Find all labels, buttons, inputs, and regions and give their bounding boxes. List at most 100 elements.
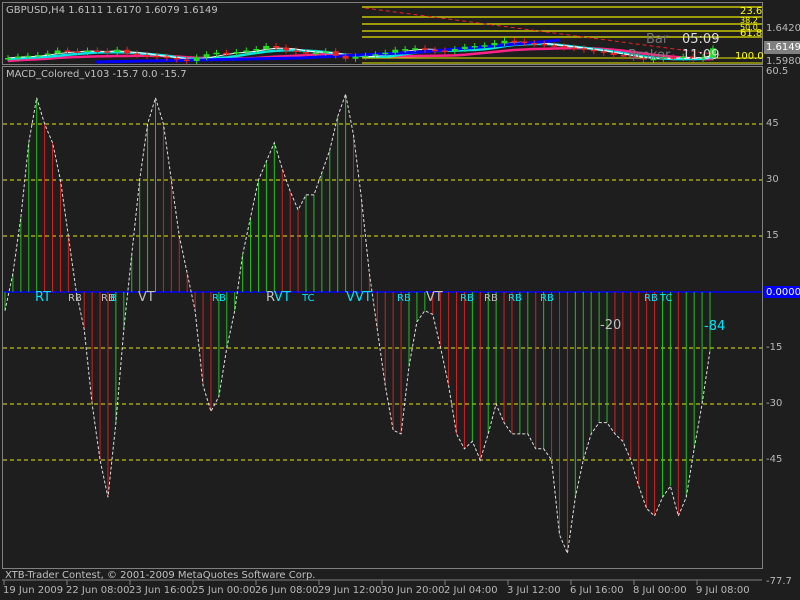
signal-marker: RB [397,293,411,304]
candle-body [620,55,627,57]
candle-body [600,51,607,53]
price-axis-label: 1.6420 [766,23,800,34]
candle-body [253,49,260,51]
candle-body [114,49,121,52]
candle-body [292,50,299,52]
candle-body [54,50,61,54]
time-axis-label: 23 Jun 16:00 [129,585,193,596]
candle-body [392,49,399,53]
candle-body [431,49,438,52]
candle-body [471,46,478,48]
candle-body [551,45,558,47]
fib-label-100.0: 100.0 [735,51,764,62]
broker-time-label: Broker [628,48,671,63]
candle-body [183,59,190,61]
signal-marker: VVT [346,290,372,305]
indicator-panel-frame [2,66,763,569]
candle-body [94,50,101,52]
candle-body [283,47,290,51]
candle-body [104,51,111,53]
signal-marker: RB [540,293,554,304]
candle-body [610,52,617,55]
candle-body [451,49,458,52]
indicator-axis-label: -15 [766,342,783,353]
signal-marker: RB [68,293,82,304]
indicator-axis-label: -77.7 [766,576,792,587]
signal-marker: RT [35,290,52,305]
candle-body [243,50,250,52]
candle-body [441,50,448,52]
time-axis-label: 29 Jun 12:00 [318,585,382,596]
candle-body [590,49,597,52]
candle-body [213,52,220,55]
signal-marker: B [110,293,117,304]
candle-body [203,54,210,58]
candle-body [302,52,309,54]
indicator-axis-label: 45 [766,118,779,129]
candle-body [124,49,131,54]
candle-body [422,48,429,50]
candle-body [412,48,419,50]
indicator-axis-label: 15 [766,230,779,241]
candle-body [332,51,339,56]
signal-marker: VT [426,290,443,305]
candle-body [173,58,180,60]
copyright-text: XTB-Trader Contest, © 2001-2009 MetaQuot… [5,570,316,581]
candle-body [541,43,548,46]
candle-body [570,47,577,49]
candle-body [24,55,31,58]
signal-marker: VT [138,290,155,305]
candle-body [144,55,151,57]
candle-body [134,53,141,55]
broker-time-value: 11:09 [682,48,720,63]
signal-marker: RB [484,293,498,304]
time-axis-label: 22 Jun 08:00 [66,585,130,596]
candle-body [263,46,270,49]
signal-marker: -20 [600,318,622,333]
time-axis-label: 6 Jul 16:00 [570,585,624,596]
candle-body [521,41,528,43]
candle-body [44,53,51,55]
candle-body [481,45,488,47]
time-axis-label: 3 Jul 12:00 [507,585,561,596]
bar-time-value: 05:09 [682,32,720,47]
candle-body [5,58,11,60]
indicator-panel-title: MACD_Colored_v103 -15.7 0.0 -15.7 [6,69,187,80]
candle-body [461,46,468,49]
signal-marker: TC [660,293,673,304]
signal-marker: RB [212,293,226,304]
indicator-axis-label: 30 [766,174,779,185]
signal-marker: RB [460,293,474,304]
time-axis-label: 19 Jun 2009 [3,585,64,596]
signal-marker: RB [644,293,658,304]
candle-body [153,55,160,58]
signal-marker: TC [302,293,315,304]
candle-body [34,55,41,57]
current-price-label: 1.6149 [766,42,800,53]
time-axis-label: 8 Jul 00:00 [633,585,687,596]
macd-series [3,92,762,556]
time-axis-label: 26 Jun 08:00 [255,585,319,596]
candle-body [84,50,91,52]
signal-marker: -84 [704,319,726,334]
candle-body [163,56,170,58]
indicator-axis-label: -30 [766,398,783,409]
candle-body [342,55,349,59]
ma-long-line [94,38,561,64]
candle-body [312,52,319,55]
price-panel-title: GBPUSD,H4 1.6111 1.6170 1.6079 1.6149 [6,5,218,16]
candle-body [382,52,389,55]
candle-body [501,40,508,43]
time-axis-label: 30 Jun 20:00 [381,585,445,596]
candle-body [670,57,677,59]
indicator-axis-label: 60.5 [766,66,789,77]
candle-body [561,46,568,48]
candle-body [193,57,200,61]
candle-body [233,52,240,54]
candle-body [402,49,409,51]
signal-marker: RB [508,293,522,304]
time-axis-label: 2 Jul 04:00 [444,585,498,596]
candle-body [511,40,518,43]
candle-body [64,50,71,52]
candle-body [491,43,498,46]
